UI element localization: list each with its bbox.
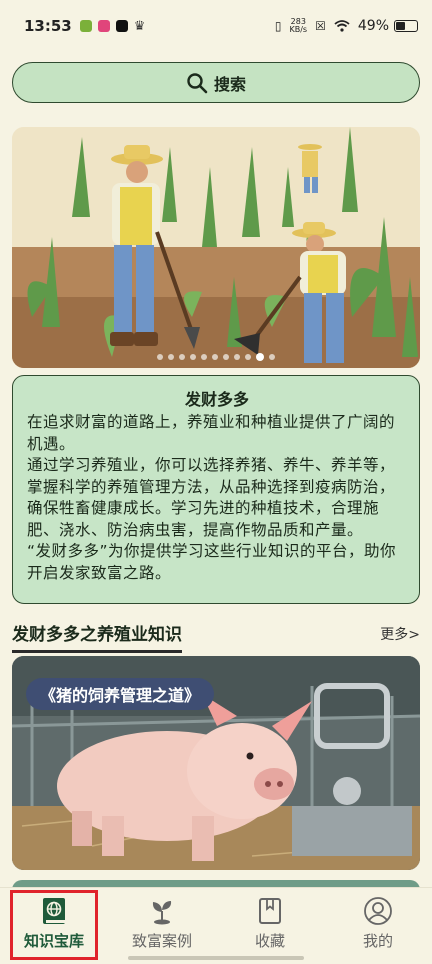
article-card[interactable]: 《猪的饲养管理之道》 [12, 656, 420, 870]
notification-icons: ♛ [79, 18, 146, 34]
article-title-tag: 《猪的饲养管理之道》 [26, 678, 215, 710]
search-label: 搜索 [213, 74, 246, 94]
carousel-dot[interactable] [190, 354, 196, 360]
nav-item-profile[interactable]: 我的 [324, 888, 432, 964]
crown-icon: ♛ [133, 18, 146, 34]
nav-label: 致富案例 [131, 932, 192, 950]
status-bar: 13:53 ♛ ▯ 283 KB/s ☒ 49% [0, 0, 432, 52]
section-title: 发财多多之养殖业知识 [12, 620, 182, 653]
bottom-nav: 知识宝库 致富案例 收藏 我的 [0, 887, 432, 964]
search-button[interactable]: 搜索 [12, 62, 420, 103]
farm-illustration [12, 127, 420, 368]
sprout-icon [147, 896, 177, 926]
home-indicator[interactable] [128, 956, 304, 960]
info-card: 发财多多 在追求财富的道路上，养殖业和种植业提供了广阔的机遇。 通过学习养殖业，… [12, 375, 420, 604]
app-notification-icon [79, 20, 92, 32]
more-link[interactable]: 更多> [380, 624, 420, 644]
carousel-indicator[interactable] [12, 353, 420, 361]
net-speed: 283 KB/s [290, 18, 308, 34]
status-right: ▯ 283 KB/s ☒ 49% [275, 18, 418, 34]
bookmark-icon [255, 896, 285, 926]
carousel-dot[interactable] [245, 354, 251, 360]
net-speed-unit: KB/s [289, 25, 308, 34]
status-time: 13:53 [24, 17, 72, 35]
nav-item-favorites[interactable]: 收藏 [216, 888, 324, 964]
nav-label: 收藏 [254, 932, 285, 950]
carousel-dot[interactable] [179, 354, 185, 360]
search-icon [187, 72, 208, 93]
carousel-dot[interactable] [234, 354, 240, 360]
carousel-dot[interactable] [269, 354, 275, 360]
banner-carousel[interactable] [12, 127, 420, 368]
carousel-dot[interactable] [256, 353, 264, 361]
wifi-icon [334, 20, 350, 32]
carousel-dot[interactable] [212, 354, 218, 360]
carousel-dot[interactable] [168, 354, 174, 360]
info-paragraph: 通过学习养殖业，你可以选择养猪、养牛、养羊等，掌握科学的养殖管理方法，从品种选择… [27, 456, 396, 539]
user-icon [363, 896, 393, 926]
battery-icon [394, 20, 418, 32]
battery-level: 49% [357, 18, 389, 34]
carousel-dot[interactable] [223, 354, 229, 360]
info-paragraph: “发财多多”为你提供学习这些行业知识的平台，助你开启发家致富之路。 [27, 542, 397, 582]
info-paragraph: 在追求财富的道路上，养殖业和种植业提供了广阔的机遇。 [27, 413, 396, 453]
battery-indicator: 49% [358, 18, 418, 34]
book-globe-icon [39, 896, 69, 926]
carousel-dot[interactable] [157, 354, 163, 360]
nav-item-cases[interactable]: 致富案例 [108, 888, 216, 964]
sim-icon: ☒ [315, 19, 326, 33]
vibrate-icon: ▯ [274, 19, 282, 33]
info-title: 发财多多 [184, 390, 249, 409]
nav-label: 我的 [362, 932, 393, 950]
carousel-dot[interactable] [201, 354, 207, 360]
section-header: 发财多多之养殖业知识 更多> [12, 620, 420, 653]
nav-item-knowledge[interactable]: 知识宝库 [0, 888, 108, 964]
nav-label: 知识宝库 [23, 932, 84, 950]
tiktok-icon [115, 20, 128, 32]
app-notification-icon [97, 20, 110, 32]
